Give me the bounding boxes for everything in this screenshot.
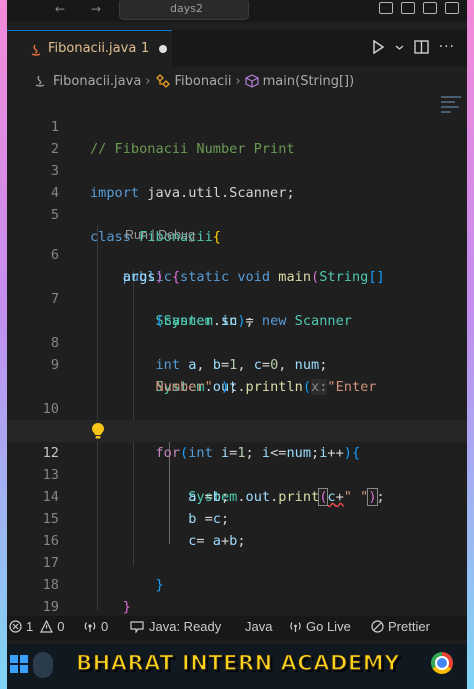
code-line: 7 Scanner sc = new Scanner (7, 266, 467, 329)
code-line: 6 public static void main(String[] (7, 222, 467, 285)
code-line: 4 (7, 160, 467, 201)
language-mode[interactable]: Java (245, 619, 272, 634)
ports-count: 0 (101, 619, 109, 634)
tab-label: Fibonacii.java (48, 41, 137, 56)
prettier-disabled-icon (371, 620, 384, 633)
go-live-button[interactable]: Go Live (289, 619, 351, 634)
tab-problem-count: 1 (141, 41, 150, 56)
code-line: 9 System.out.println(x:"Enter (7, 332, 467, 395)
split-editor-icon[interactable] (413, 40, 429, 54)
java-status[interactable]: Java: Ready (129, 619, 221, 634)
code-line: 5 class Fibonacii{ (7, 182, 467, 245)
code-line: 17 } (7, 530, 467, 593)
code-line: 13 a =b; (7, 442, 467, 505)
run-icon[interactable] (371, 40, 385, 54)
tab-bar: Fibonacii.java 1 ··· (7, 30, 467, 67)
taskbar: BHARAT INTERN ACADEMY (7, 644, 467, 689)
code-line-wrap: Number" ); (155, 379, 238, 395)
java-ready-icon (130, 620, 144, 633)
search-text: days2 (170, 2, 203, 15)
windows-start-icon[interactable] (9, 654, 29, 674)
customize-layout-icon[interactable] (445, 2, 459, 14)
more-actions-icon[interactable]: ··· (439, 39, 455, 55)
breadcrumb-file-label: Fibonacii.java (53, 73, 142, 89)
code-line: 15 c= a+b; (7, 486, 467, 549)
error-icon (9, 620, 22, 633)
toggle-panel-icon[interactable] (401, 2, 415, 14)
java-file-icon (31, 44, 41, 56)
breadcrumb-separator-icon: › (235, 73, 241, 89)
toggle-secondary-sidebar-icon[interactable] (423, 2, 437, 14)
code-editor[interactable]: 1 // Fibonacii Number Print 2 3 import j… (7, 94, 467, 637)
tab-fibonacii-java[interactable]: Fibonacii.java 1 (7, 30, 172, 67)
code-line-current: 12 System.out.print(c+" "); (7, 420, 467, 506)
method-symbol-icon (245, 74, 259, 88)
code-line: 14 b =c; (7, 464, 467, 527)
warning-icon (40, 620, 54, 633)
java-file-icon (35, 75, 45, 87)
run-dropdown-chevron-icon[interactable] (395, 43, 404, 52)
codelens-row: Run | Debug (7, 204, 467, 242)
breadcrumb-method[interactable]: main(String[]) (245, 73, 355, 89)
problems-indicator[interactable]: 1 0 (9, 619, 64, 634)
breadcrumb-class[interactable]: Fibonacii (155, 73, 232, 89)
broadcast-icon (84, 622, 96, 632)
editor-actions: ··· (371, 39, 455, 55)
forward-arrow-icon[interactable]: → (91, 2, 101, 16)
go-live-label: Go Live (306, 619, 351, 634)
status-bar: 1 0 0 Java: Ready Java Go Live Prettier (7, 616, 467, 640)
code-line: 11 for(int i=1; i<=num;i++){ (7, 398, 467, 461)
breadcrumb: Fibonacii.java › Fibonacii › main(String… (7, 70, 467, 92)
language-label: Java (245, 619, 273, 634)
breadcrumb-class-label: Fibonacii (174, 73, 232, 89)
prettier-status[interactable]: Prettier (371, 619, 430, 634)
code-line: 16 (7, 508, 467, 549)
layout-controls (379, 2, 459, 14)
command-center-search[interactable]: days2 (119, 0, 249, 20)
breadcrumb-method-label: main(String[]) (262, 73, 355, 89)
vscode-window: ← → days2 Fibonacii.java 1 ··· Fibonacii… (7, 0, 467, 689)
prettier-label: Prettier (388, 619, 430, 634)
taskbar-search-pill[interactable] (33, 652, 53, 678)
code-line: 8 int a, b=1, c=0, num; (7, 310, 467, 373)
code-line: 3 import java.util.Scanner; (7, 138, 467, 201)
back-arrow-icon[interactable]: ← (55, 2, 65, 16)
lightbulb-icon[interactable] (91, 422, 105, 440)
line-number: 19 (42, 599, 59, 615)
go-live-icon (290, 622, 301, 632)
title-bar: ← → days2 (7, 0, 467, 22)
code-line-wrap: (System.in); (155, 313, 254, 329)
ports-indicator[interactable]: 0 (83, 619, 108, 634)
warning-count: 0 (57, 619, 65, 634)
code-line: 1 // Fibonacii Number Print (7, 94, 467, 157)
unsaved-dot-icon[interactable] (159, 45, 167, 53)
code-line: 18 } (7, 552, 467, 615)
code-line-wrap: args) { (122, 269, 181, 285)
java-status-label: Java: Ready (149, 619, 222, 634)
code-line: 19 } (7, 574, 467, 637)
code-line: 10 num = sc.nextInt(); (7, 376, 467, 439)
error-count: 1 (26, 619, 34, 634)
class-symbol-icon (155, 74, 170, 88)
toggle-sidebar-icon[interactable] (379, 2, 393, 14)
chrome-icon[interactable] (431, 652, 453, 674)
breadcrumb-file[interactable]: Fibonacii.java (33, 74, 141, 89)
watermark-banner: BHARAT INTERN ACADEMY (75, 650, 400, 675)
code-line: 2 (7, 116, 467, 157)
breadcrumb-separator-icon: › (145, 73, 151, 89)
